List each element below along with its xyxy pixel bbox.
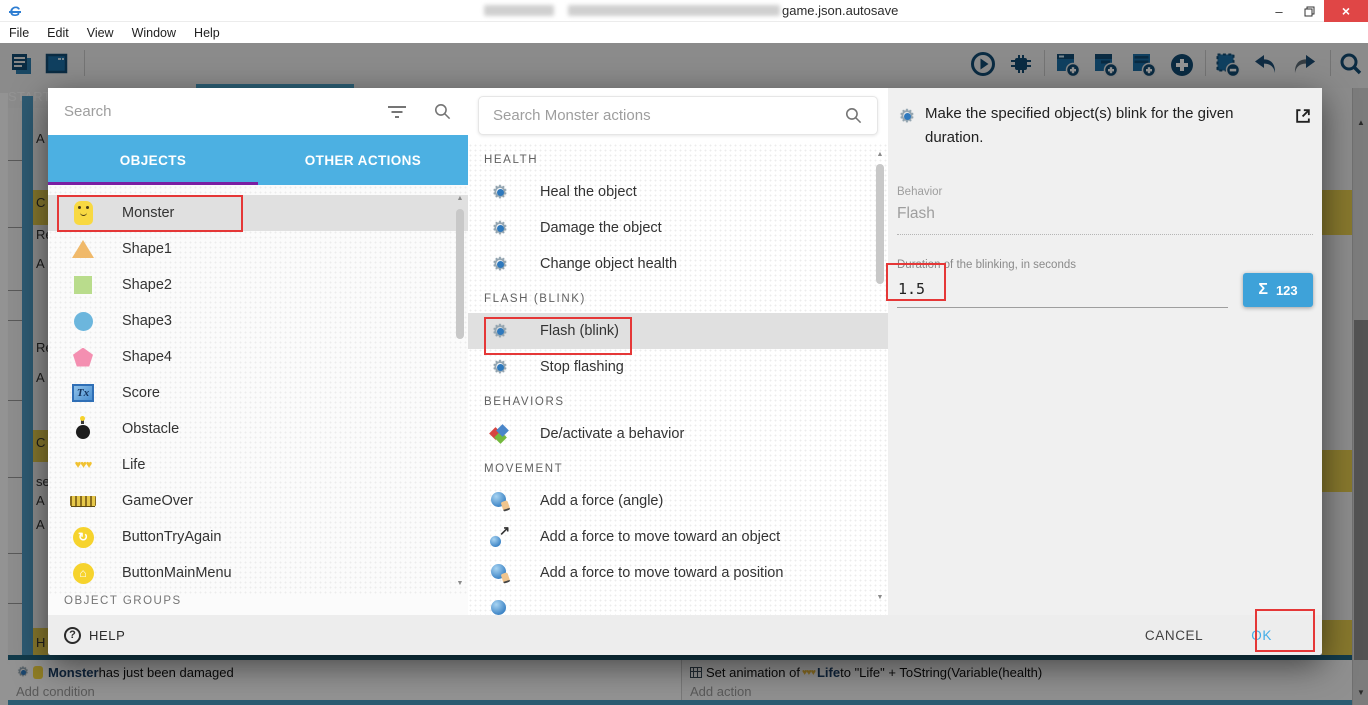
help-icon: ? bbox=[64, 626, 81, 644]
tab-objects[interactable]: OBJECTS bbox=[48, 135, 258, 185]
gear-icon: ⚙ bbox=[491, 182, 509, 202]
dialog-footer: ? HELP CANCEL OK bbox=[48, 615, 1322, 655]
section-header-health: HEALTH bbox=[484, 154, 539, 166]
objects-list: Monster Shape1 Shape2 Shape3 Shape4 Tx S… bbox=[48, 185, 468, 595]
window-title: game.json.autosave bbox=[782, 3, 899, 18]
action-row-add-force-object[interactable]: ↗ Add a force to move toward an object bbox=[468, 519, 888, 555]
action-row-change-health[interactable]: ⚙ Change object health bbox=[468, 246, 888, 282]
menu-help[interactable]: Help bbox=[185, 22, 229, 43]
object-row-life[interactable]: ♥♥♥ Life bbox=[48, 447, 468, 483]
gameover-banner-icon bbox=[70, 496, 96, 506]
gear-icon: ⚙ bbox=[898, 106, 916, 126]
blurred-title-segment bbox=[484, 5, 554, 16]
instruction-editor-dialog: Search OBJECTS OTHER ACTIONS Monster Sha… bbox=[48, 88, 1322, 655]
object-row-obstacle[interactable]: Obstacle bbox=[48, 411, 468, 447]
action-row-heal[interactable]: ⚙ Heal the object bbox=[468, 174, 888, 210]
hearts-icon: ♥♥♥ bbox=[74, 459, 93, 471]
bomb-icon bbox=[76, 416, 90, 439]
close-button[interactable]: × bbox=[1324, 0, 1368, 22]
scroll-up-icon[interactable]: ▲ bbox=[454, 195, 466, 202]
objects-tabs: OBJECTS OTHER ACTIONS bbox=[48, 135, 468, 185]
action-row-damage[interactable]: ⚙ Damage the object bbox=[468, 210, 888, 246]
action-config-panel: ⚙ Make the specified object(s) blink for… bbox=[888, 88, 1322, 615]
menu-file[interactable]: File bbox=[0, 22, 38, 43]
scroll-down-icon[interactable]: ▼ bbox=[454, 580, 466, 587]
annotation-box-duration bbox=[886, 263, 946, 301]
annotation-box-ok bbox=[1255, 609, 1315, 652]
help-button[interactable]: ? HELP bbox=[64, 626, 125, 644]
scrollbar-thumb[interactable] bbox=[876, 164, 884, 284]
text-object-icon: Tx bbox=[72, 384, 94, 402]
sigma-icon: Σ bbox=[1258, 281, 1268, 298]
filter-icon[interactable] bbox=[387, 105, 407, 119]
blurred-title-segment bbox=[568, 5, 780, 16]
objects-scrollbar[interactable]: ▲ ▼ bbox=[454, 191, 466, 589]
cancel-button[interactable]: CANCEL bbox=[1145, 628, 1203, 643]
objects-panel: Search OBJECTS OTHER ACTIONS Monster Sha… bbox=[48, 88, 468, 615]
force-toward-object-icon: ↗ bbox=[490, 523, 510, 547]
actions-scrollbar[interactable]: ▲ ▼ bbox=[874, 149, 886, 609]
action-description: Make the specified object(s) blink for t… bbox=[925, 105, 1234, 146]
object-row-shape4[interactable]: Shape4 bbox=[48, 339, 468, 375]
home-button-icon: ⌂ bbox=[72, 562, 94, 584]
gear-icon: ⚙ bbox=[491, 357, 509, 377]
action-row-clipped[interactable] bbox=[468, 591, 888, 615]
object-row-shape2[interactable]: Shape2 bbox=[48, 267, 468, 303]
objects-search-placeholder: Search bbox=[64, 103, 112, 120]
behavior-label: Behavior bbox=[897, 186, 943, 198]
circle-icon bbox=[73, 311, 93, 331]
menu-bar: File Edit View Window Help bbox=[0, 22, 1368, 43]
expression-editor-button[interactable]: Σ 123 bbox=[1243, 273, 1313, 307]
minimize-button[interactable]: – bbox=[1264, 0, 1294, 22]
triangle-icon bbox=[72, 240, 94, 258]
retry-button-icon: ↻ bbox=[72, 526, 94, 548]
menu-window[interactable]: Window bbox=[123, 22, 185, 43]
restore-icon bbox=[1304, 6, 1314, 16]
actions-search-placeholder: Search Monster actions bbox=[493, 107, 651, 124]
section-header-flash: FLASH (BLINK) bbox=[484, 293, 586, 305]
title-bar: G game.json.autosave – × bbox=[0, 0, 1368, 22]
search-icon bbox=[434, 103, 451, 120]
gear-icon: ⚙ bbox=[491, 218, 509, 238]
actions-list: HEALTH ⚙ Heal the object ⚙ Damage the ob… bbox=[468, 143, 888, 615]
scrollbar-thumb[interactable] bbox=[456, 209, 464, 339]
force-ball-icon bbox=[490, 563, 511, 584]
behavior-blocks-icon bbox=[489, 424, 510, 444]
force-ball-icon bbox=[490, 491, 511, 512]
menu-edit[interactable]: Edit bbox=[38, 22, 78, 43]
menu-view[interactable]: View bbox=[78, 22, 123, 43]
duration-label: Duration of the blinking, in seconds bbox=[897, 259, 1076, 271]
object-row-score[interactable]: Tx Score bbox=[48, 375, 468, 411]
object-row-buttontryagain[interactable]: ↻ ButtonTryAgain bbox=[48, 519, 468, 555]
force-ball-icon bbox=[490, 599, 510, 615]
scroll-down-icon[interactable]: ▼ bbox=[874, 594, 886, 601]
open-help-external-icon[interactable] bbox=[1293, 106, 1313, 126]
scroll-up-icon[interactable]: ▲ bbox=[874, 151, 886, 158]
restore-button[interactable] bbox=[1294, 0, 1324, 22]
object-groups-header: OBJECT GROUPS bbox=[48, 595, 468, 615]
duration-input[interactable]: 1.5 bbox=[897, 274, 1228, 308]
section-header-behaviors: BEHAVIORS bbox=[484, 396, 565, 408]
gear-icon: ⚙ bbox=[491, 254, 509, 274]
object-row-buttonmainmenu[interactable]: ⌂ ButtonMainMenu bbox=[48, 555, 468, 591]
annotation-box-flash bbox=[484, 317, 632, 355]
object-row-shape3[interactable]: Shape3 bbox=[48, 303, 468, 339]
actions-search-field[interactable]: Search Monster actions bbox=[478, 96, 878, 135]
square-icon bbox=[74, 276, 92, 294]
tab-other-actions[interactable]: OTHER ACTIONS bbox=[258, 135, 468, 185]
action-row-deactivate-behavior[interactable]: De/activate a behavior bbox=[468, 416, 888, 452]
action-row-add-force-position[interactable]: Add a force to move toward a position bbox=[468, 555, 888, 591]
object-row-gameover[interactable]: GameOver bbox=[48, 483, 468, 519]
object-row-shape1[interactable]: Shape1 bbox=[48, 231, 468, 267]
annotation-box-monster bbox=[57, 195, 243, 232]
section-header-movement: MOVEMENT bbox=[484, 463, 564, 475]
behavior-value-field: Flash bbox=[897, 198, 1313, 235]
pentagon-icon bbox=[73, 347, 93, 367]
action-row-add-force-angle[interactable]: Add a force (angle) bbox=[468, 483, 888, 519]
gdevelop-logo-icon: G bbox=[6, 3, 24, 19]
objects-search-field[interactable]: Search bbox=[48, 88, 468, 135]
search-icon bbox=[845, 107, 862, 124]
